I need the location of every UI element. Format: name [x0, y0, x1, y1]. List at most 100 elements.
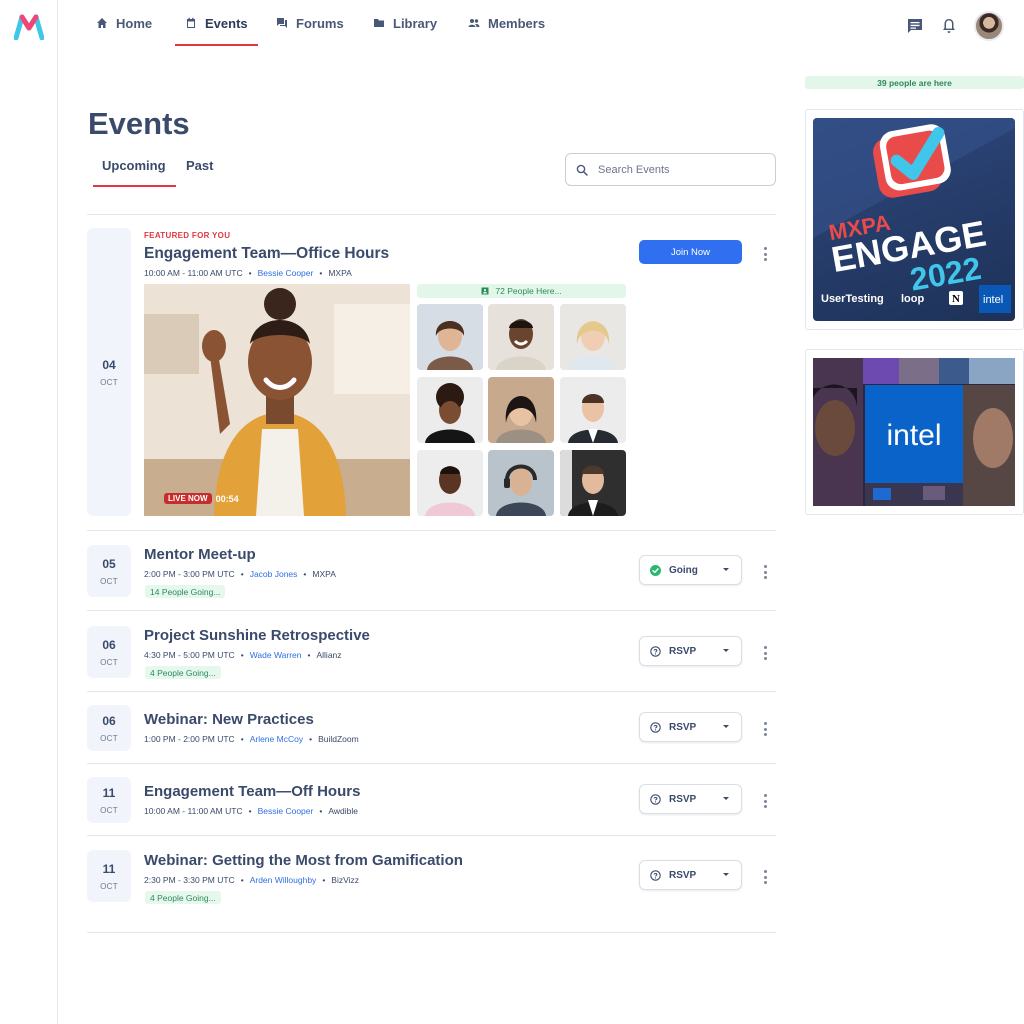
attendee-tile[interactable]: [417, 450, 483, 516]
search-icon: [576, 164, 588, 176]
bell-icon[interactable]: [940, 17, 958, 35]
divider: [87, 932, 776, 933]
help-circle-icon: [650, 869, 661, 881]
people-going-badge[interactable]: 14 People Going...: [145, 585, 226, 598]
attendee-tile[interactable]: [417, 304, 483, 370]
intel-ad[interactable]: intel: [813, 358, 1015, 506]
event-host[interactable]: Bessie Cooper: [258, 806, 314, 816]
attendee-tile[interactable]: [488, 377, 554, 443]
user-avatar[interactable]: [974, 11, 1004, 41]
rsvp-dropdown[interactable]: RSVP: [639, 712, 742, 742]
chevron-down-icon: [723, 725, 729, 728]
intel-logo-text: intel: [886, 419, 941, 452]
event-title[interactable]: Webinar: Getting the Most from Gamificat…: [144, 852, 463, 869]
folder-icon: [374, 19, 384, 27]
tab-upcoming[interactable]: Upcoming: [93, 158, 176, 187]
live-time: 00:54: [215, 493, 239, 504]
date-month: OCT: [100, 377, 118, 387]
people-going-badge[interactable]: 4 People Going...: [145, 891, 221, 904]
event-org: Allianz: [316, 650, 342, 660]
attendee-tile[interactable]: [488, 304, 554, 370]
attendee-tile[interactable]: [560, 304, 626, 370]
event-meta: 4:30 PM - 5:00 PM UTC • Wade Warren • Al…: [144, 650, 342, 660]
nav-events[interactable]: Events: [175, 0, 258, 46]
calendar-icon: [187, 17, 195, 28]
date-day: 05: [102, 556, 116, 571]
more-options-icon[interactable]: [762, 247, 768, 261]
event-meta: 10:00 AM - 11:00 AM UTC • Bessie Cooper …: [144, 806, 358, 816]
live-now-label: LIVE NOW: [164, 493, 212, 504]
event-org: Awdible: [328, 806, 358, 816]
featured-event-meta: 10:00 AM - 11:00 AM UTC • Bessie Cooper …: [144, 268, 352, 278]
sponsor-notion: N: [952, 293, 960, 305]
rsvp-dropdown[interactable]: RSVP: [639, 860, 742, 890]
event-host[interactable]: Arlene McCoy: [250, 734, 303, 744]
event-host[interactable]: Wade Warren: [250, 650, 302, 660]
mxpa-engage-ad[interactable]: MXPA ENGAGE 2022 UserTesting loop N inte…: [813, 118, 1015, 321]
nav-members[interactable]: Members: [468, 0, 545, 46]
people-here-bar[interactable]: 72 People Here...: [417, 284, 626, 298]
tab-past[interactable]: Past: [186, 158, 213, 173]
chevron-down-icon: [723, 797, 729, 800]
chat-icon[interactable]: [906, 17, 924, 35]
more-options-icon[interactable]: [762, 870, 768, 884]
event-host[interactable]: Jacob Jones: [250, 569, 298, 579]
attendee-tile[interactable]: [560, 450, 626, 516]
join-now-button[interactable]: Join Now: [639, 240, 742, 264]
divider: [87, 691, 776, 692]
sponsor-intel: intel: [983, 294, 1003, 306]
contact-icon: [481, 287, 489, 295]
rsvp-label: RSVP: [669, 645, 697, 657]
nav-forums-label: Forums: [296, 15, 344, 31]
event-time: 10:00 AM - 11:00 AM UTC: [144, 268, 243, 278]
featured-event-title[interactable]: Engagement Team—Office Hours: [144, 245, 389, 263]
people-here-count: 72 People Here...: [495, 286, 562, 296]
nav-library[interactable]: Library: [373, 0, 437, 46]
divider: [87, 214, 776, 215]
event-date: 11 OCT: [87, 777, 131, 823]
app-logo[interactable]: [14, 14, 44, 40]
divider: [87, 763, 776, 764]
attendee-tile[interactable]: [488, 450, 554, 516]
rsvp-dropdown[interactable]: RSVP: [639, 784, 742, 814]
nav-home[interactable]: Home: [96, 0, 152, 46]
top-nav: Home Events Forums Library Members: [58, 0, 1024, 52]
chevron-down-icon: [723, 649, 729, 652]
nav-utility-icons: [906, 11, 1004, 41]
event-title[interactable]: Webinar: New Practices: [144, 711, 314, 728]
more-options-icon[interactable]: [762, 646, 768, 660]
nav-forums[interactable]: Forums: [276, 0, 344, 46]
rsvp-dropdown[interactable]: RSVP: [639, 636, 742, 666]
event-title[interactable]: Engagement Team—Off Hours: [144, 783, 360, 800]
event-time: 2:30 PM - 3:30 PM UTC: [144, 875, 235, 885]
event-title[interactable]: Mentor Meet-up: [144, 546, 256, 563]
event-title[interactable]: Project Sunshine Retrospective: [144, 627, 370, 644]
chevron-down-icon: [723, 873, 729, 876]
live-video[interactable]: [144, 284, 410, 516]
attendee-tile[interactable]: [560, 377, 626, 443]
event-time: 1:00 PM - 2:00 PM UTC: [144, 734, 235, 744]
people-going-badge[interactable]: 4 People Going...: [145, 666, 221, 679]
search-events[interactable]: [565, 153, 776, 186]
date-month: OCT: [100, 881, 118, 891]
date-day: 06: [102, 637, 116, 652]
chevron-down-icon: [723, 568, 729, 571]
online-count-badge[interactable]: 39 people are here: [805, 76, 1024, 89]
more-options-icon[interactable]: [762, 722, 768, 736]
attendee-tile[interactable]: [417, 377, 483, 443]
rsvp-label: Going: [669, 564, 698, 576]
engage-banner: MXPA ENGAGE 2022 UserTesting loop N inte…: [813, 118, 1015, 313]
sponsor-usertesting: UserTesting: [821, 293, 884, 305]
intel-banner: intel: [813, 358, 1015, 506]
going-dropdown[interactable]: Going: [639, 555, 742, 585]
nav-members-label: Members: [488, 15, 546, 31]
event-host[interactable]: Arden Willoughby: [250, 875, 317, 885]
event-host[interactable]: Bessie Cooper: [258, 268, 314, 278]
date-day: 11: [102, 785, 116, 800]
left-rail: [0, 0, 58, 1024]
more-options-icon[interactable]: [762, 794, 768, 808]
check-circle-icon: [650, 564, 661, 576]
search-input[interactable]: [598, 163, 758, 176]
more-options-icon[interactable]: [762, 565, 768, 579]
event-org: MXPA: [328, 268, 352, 278]
